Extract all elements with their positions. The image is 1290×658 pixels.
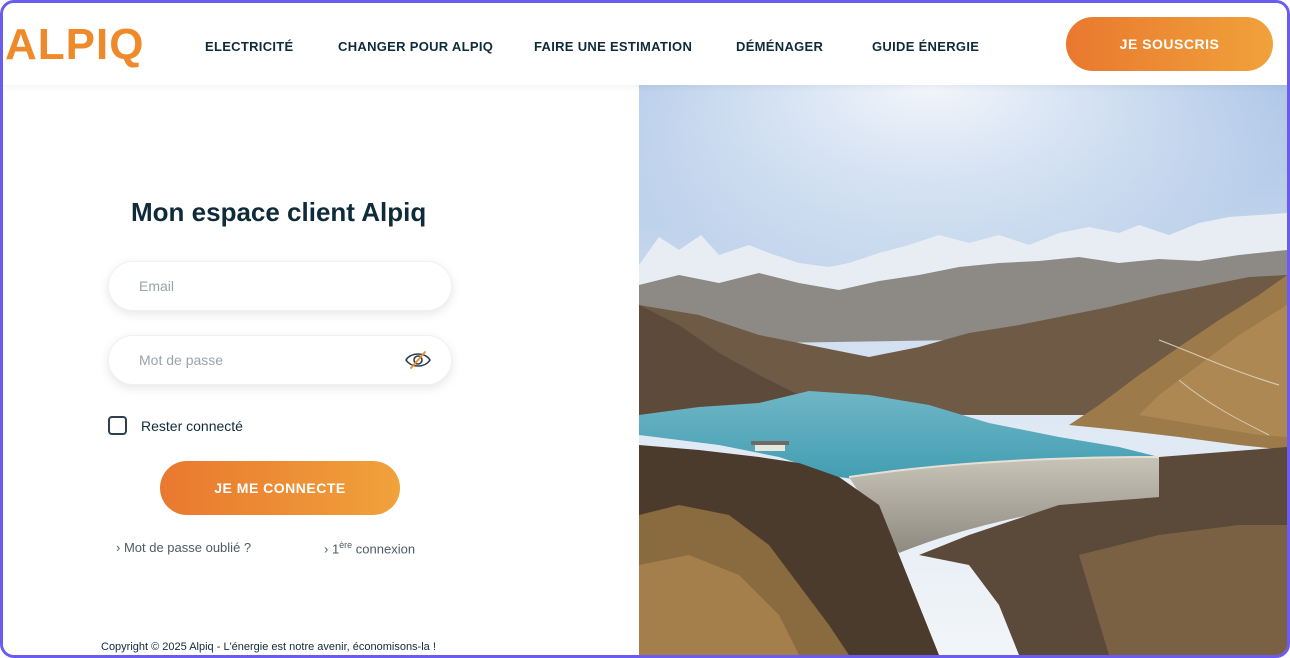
nav-item-changer-pour-alpiq[interactable]: CHANGER POUR ALPIQ — [338, 39, 493, 54]
first-connection-prefix: › 1 — [324, 541, 340, 557]
nav-item-faire-une-estimation[interactable]: FAIRE UNE ESTIMATION — [534, 39, 692, 54]
site-header: ALPIQ ELECTRICITÉ CHANGER POUR ALPIQ FAI… — [3, 3, 1287, 85]
password-field[interactable] — [139, 336, 399, 384]
browser-frame: ALPIQ ELECTRICITÉ CHANGER POUR ALPIQ FAI… — [0, 0, 1290, 658]
first-connection-suffix: connexion — [352, 541, 416, 557]
subscribe-button[interactable]: JE SOUSCRIS — [1066, 17, 1273, 71]
remember-me-label: Rester connecté — [141, 417, 243, 434]
email-field-wrapper — [108, 261, 452, 311]
login-panel: Mon espace client Alpiq Rester connecté … — [3, 85, 639, 655]
nav-item-electricite[interactable]: ELECTRICITÉ — [205, 39, 294, 54]
nav-item-demenager[interactable]: DÉMÉNAGER — [736, 39, 823, 54]
email-field[interactable] — [139, 262, 399, 310]
remember-me[interactable]: Rester connecté — [108, 416, 243, 435]
first-connection-link[interactable]: › 1ère connexion — [324, 540, 415, 556]
page-title: Mon espace client Alpiq — [131, 197, 427, 227]
login-button[interactable]: JE ME CONNECTE — [160, 461, 400, 515]
eye-slash-icon[interactable] — [403, 348, 433, 372]
first-connection-sup: ère — [339, 540, 353, 550]
nav-item-guide-energie[interactable]: GUIDE ÉNERGIE — [872, 39, 979, 54]
forgot-password-link[interactable]: › Mot de passe oublié ? — [116, 540, 251, 555]
copyright-text: Copyright © 2025 Alpiq - L'énergie est n… — [101, 641, 436, 653]
alpiq-logo[interactable]: ALPIQ — [5, 23, 144, 67]
password-field-wrapper — [108, 335, 452, 385]
remember-me-checkbox[interactable] — [108, 416, 127, 435]
dam-lake-photo — [639, 85, 1287, 655]
